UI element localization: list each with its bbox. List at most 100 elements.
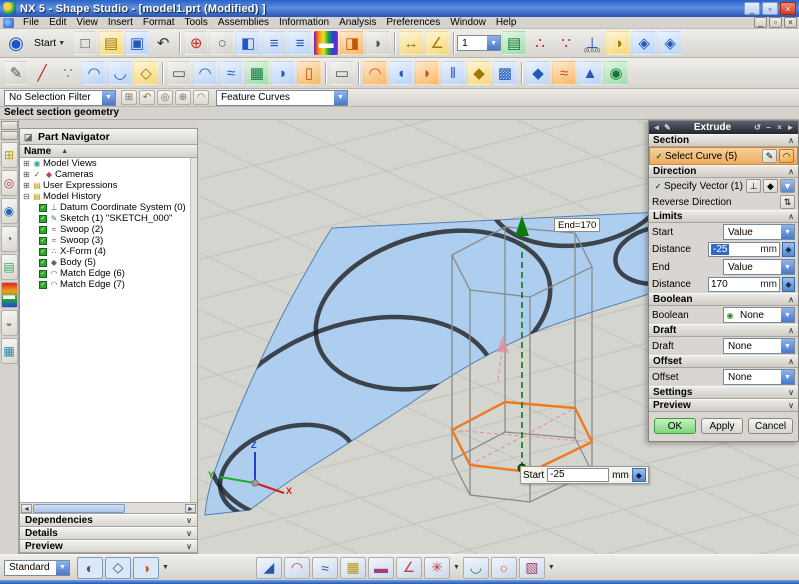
start-distance-input[interactable]: -25 bbox=[547, 468, 609, 482]
tree-item-match-edge-6[interactable]: ✓ ◠ Match Edge (6) bbox=[20, 268, 197, 279]
undo-selection-button[interactable]: ↶ bbox=[139, 90, 155, 105]
object-display-button[interactable]: ◑ bbox=[606, 31, 630, 55]
select-add-button[interactable]: ⊕ bbox=[175, 90, 191, 105]
swoop-button[interactable]: ≈ bbox=[219, 61, 243, 85]
close-button[interactable]: × bbox=[780, 2, 796, 15]
tree-item-user-expressions[interactable]: ⊞ ▤ User Expressions bbox=[20, 180, 197, 191]
pin-icon[interactable]: ◪ bbox=[24, 132, 34, 142]
menu-insert[interactable]: Insert bbox=[103, 17, 138, 29]
tree-item-xform[interactable]: ✓ ∴ X-Form (4) bbox=[20, 246, 197, 257]
feature-checkbox[interactable]: ✓ bbox=[39, 226, 47, 234]
tree-item-swoop-2[interactable]: ✓ ≈ Swoop (2) bbox=[20, 224, 197, 235]
start-distance-spinner[interactable]: ◆ bbox=[782, 242, 795, 257]
studio-surface-button[interactable]: ◗ bbox=[271, 61, 295, 85]
palettes-icon[interactable]: ▤ bbox=[1, 254, 18, 280]
draft-group-header[interactable]: Draft ∧ bbox=[649, 324, 798, 337]
shaded-view-button[interactable]: ◧ bbox=[236, 31, 260, 55]
dialog-close-icon[interactable]: × bbox=[774, 123, 785, 132]
vector-dialog-button[interactable]: ⊥ bbox=[746, 179, 761, 193]
dependencies-section[interactable]: Dependencies ∨ bbox=[20, 514, 197, 527]
boolean-group-header[interactable]: Boolean ∧ bbox=[649, 293, 798, 306]
vector-dropdown-button[interactable]: ▼ bbox=[780, 179, 795, 193]
curvature-comb-button[interactable]: ∠ bbox=[396, 557, 422, 579]
wireframe-view-button[interactable]: ◇ bbox=[105, 557, 131, 579]
feature-checkbox[interactable]: ✓ bbox=[39, 215, 47, 223]
line-button[interactable]: ╱ bbox=[30, 61, 54, 85]
menu-information[interactable]: Information bbox=[274, 17, 334, 29]
scrollbar-thumb[interactable] bbox=[33, 504, 125, 513]
feature-checkbox[interactable]: ✓ bbox=[39, 204, 47, 212]
curve-rule-combo[interactable]: Feature Curves ▼ bbox=[216, 90, 348, 106]
tree-item-model-views[interactable]: ⊞ ◉ Model Views bbox=[20, 158, 197, 169]
refresh-zoom-button[interactable]: ○ bbox=[491, 557, 517, 579]
offset-combo[interactable]: None ▼ bbox=[723, 369, 795, 385]
chevron-down-icon[interactable]: ▼ bbox=[453, 564, 460, 571]
tree-horizontal-scrollbar[interactable]: ◄ ► bbox=[20, 503, 197, 514]
mdi-restore-button[interactable]: ▫ bbox=[769, 17, 782, 28]
dock-left-icon[interactable]: ◄ bbox=[651, 123, 662, 132]
quilt-button[interactable]: ▩ bbox=[493, 61, 517, 85]
copy-object-button[interactable]: ◈ bbox=[658, 31, 682, 55]
title-bar[interactable]: NX 5 - Shape Studio - [model1.prt (Modif… bbox=[0, 0, 799, 17]
assembly-navigator-icon[interactable]: ⊞ bbox=[1, 142, 18, 168]
mdi-minimize-button[interactable]: _ bbox=[754, 17, 767, 28]
swap-model-button[interactable]: ◨ bbox=[340, 31, 364, 55]
tube-button[interactable]: ▯ bbox=[297, 61, 321, 85]
curve-rule-button[interactable]: ◠ bbox=[193, 90, 209, 105]
datum-csys-button[interactable]: ⊥ (0,0,0) bbox=[580, 31, 604, 55]
menu-window[interactable]: Window bbox=[445, 17, 491, 29]
start-distance-field[interactable]: -25 mm bbox=[708, 242, 780, 257]
save-button[interactable]: ▣ bbox=[125, 31, 149, 55]
feature-checkbox[interactable]: ✓ bbox=[39, 259, 47, 267]
tree-item-body[interactable]: ✓ ◆ Body (5) bbox=[20, 257, 197, 268]
dock-right-icon[interactable]: ► bbox=[785, 123, 796, 132]
cancel-button[interactable]: Cancel bbox=[748, 418, 793, 434]
menu-help[interactable]: Help bbox=[491, 17, 522, 29]
roles-icon[interactable]: ◒ bbox=[1, 310, 18, 336]
grid-analysis-button[interactable]: ▦ bbox=[340, 557, 366, 579]
plane-button[interactable]: ▭ bbox=[330, 61, 354, 85]
chevron-down-icon[interactable]: ▼ bbox=[162, 564, 169, 571]
menu-analysis[interactable]: Analysis bbox=[334, 17, 381, 29]
undo-button[interactable]: ↶ bbox=[151, 31, 175, 55]
scroll-right-icon[interactable]: ► bbox=[185, 504, 196, 513]
sketch-button[interactable]: ✎ bbox=[4, 61, 28, 85]
menu-tools[interactable]: Tools bbox=[180, 17, 213, 29]
extrude-button[interactable]: ▲ bbox=[578, 61, 602, 85]
expand-icon[interactable]: ⊞ bbox=[22, 181, 31, 190]
minimize-button[interactable]: _ bbox=[744, 2, 760, 15]
match-edge-button[interactable]: ◠ bbox=[363, 61, 387, 85]
details-section[interactable]: Details ∨ bbox=[20, 527, 197, 540]
tree-item-sketch[interactable]: ✓ ✎ Sketch (1) "SKETCH_000" bbox=[20, 213, 197, 224]
menu-format[interactable]: Format bbox=[138, 17, 180, 29]
mdi-close-button[interactable]: × bbox=[784, 17, 797, 28]
end-distance-field[interactable]: 170 mm bbox=[708, 277, 780, 292]
snap-point-button[interactable]: ⊞ bbox=[121, 90, 137, 105]
boolean-combo[interactable]: ◉ None ▼ bbox=[723, 307, 795, 323]
flange-button[interactable]: ◖ bbox=[389, 61, 413, 85]
reverse-direction-button[interactable]: ⇅ bbox=[780, 195, 795, 209]
end-distance-spinner[interactable]: ◆ bbox=[782, 277, 795, 292]
end-type-combo[interactable]: Value ▼ bbox=[723, 259, 795, 275]
reverse-direction-row[interactable]: Reverse Direction ⇅ bbox=[649, 194, 798, 210]
highlight-button[interactable]: ◎ bbox=[157, 90, 173, 105]
constraint-navigator-icon[interactable]: ◎ bbox=[1, 170, 18, 196]
part-navigator-header[interactable]: ◪ Part Navigator bbox=[20, 129, 197, 145]
vector-type-button[interactable]: ◆ bbox=[763, 179, 778, 193]
tree-item-datum-csys[interactable]: ✓ ⊥ Datum Coordinate System (0) bbox=[20, 202, 197, 213]
orient-view-button[interactable]: ≡ bbox=[262, 31, 286, 55]
spike-analysis-button[interactable]: ✳ bbox=[424, 557, 450, 579]
preview-group-header[interactable]: Preview ∨ bbox=[649, 399, 798, 412]
feature-checkbox[interactable]: ✓ bbox=[39, 281, 47, 289]
end-distance-label[interactable]: End=170 bbox=[554, 218, 600, 232]
section-plane-button[interactable]: ◇ bbox=[134, 61, 158, 85]
display-part-button[interactable]: ◗ bbox=[366, 31, 390, 55]
limits-group-header[interactable]: Limits ∧ bbox=[649, 210, 798, 223]
menu-preferences[interactable]: Preferences bbox=[381, 17, 445, 29]
render-style-button[interactable]: ◑ bbox=[133, 557, 159, 579]
apply-button[interactable]: Apply bbox=[701, 418, 743, 434]
menu-view[interactable]: View bbox=[71, 17, 103, 29]
feature-checkbox[interactable]: ✓ bbox=[39, 237, 47, 245]
face-analysis-button[interactable]: ◢ bbox=[256, 557, 282, 579]
menu-assemblies[interactable]: Assemblies bbox=[213, 17, 274, 29]
